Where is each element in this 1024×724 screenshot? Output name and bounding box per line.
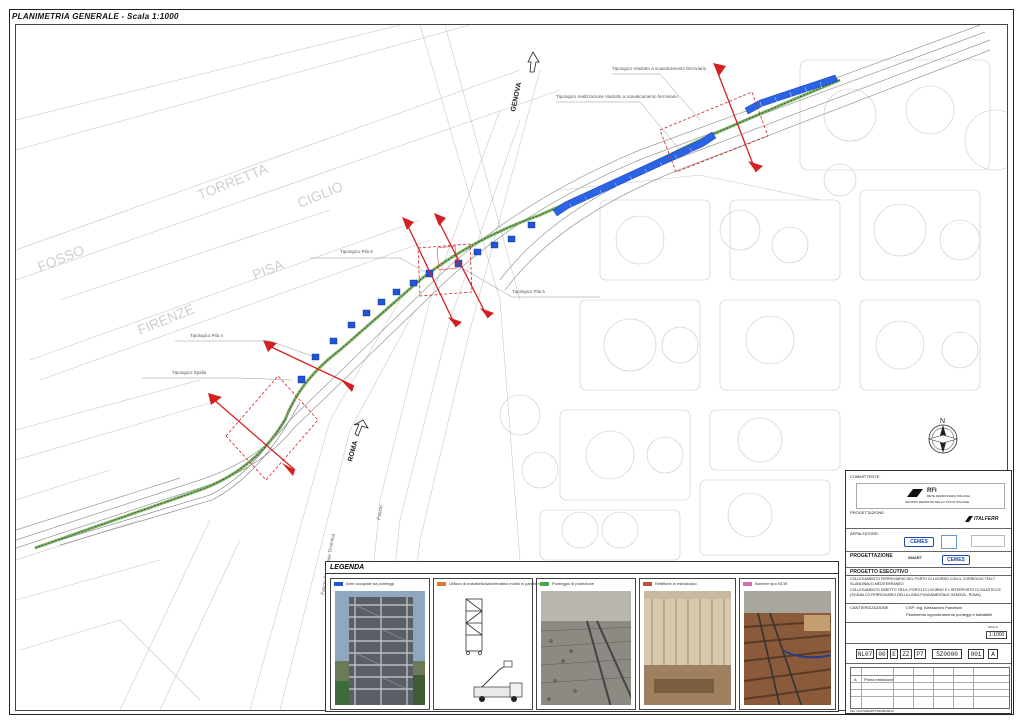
italferr-logo: ITALFERR xyxy=(974,516,999,522)
appaltatore-label: APPALTATORE: xyxy=(850,531,879,536)
csp-label: CSP: Ing. Alessandro Panattoni xyxy=(906,605,963,610)
legend-item-ponteggi: Aree occupate da ponteggi xyxy=(330,578,430,710)
photo-track-works xyxy=(744,591,831,705)
annotation-spalla: Tipologico Spalla xyxy=(172,370,207,375)
smart-logo: SMART xyxy=(907,555,923,560)
swatch-orange xyxy=(437,581,446,586)
swatch-blue xyxy=(334,581,343,586)
cemes-logo: CEMES xyxy=(904,537,934,547)
annotation-pila-6: Tipologico Pila 6 xyxy=(340,249,373,254)
title-block: COMMITTENTE: RFI RETE FERROVIARIA ITALIA… xyxy=(845,470,1012,714)
revision-table: A Prima emissione xyxy=(850,667,1010,709)
cantierizzazione: CANTIERIZZAZIONE xyxy=(850,605,889,610)
illustration-mobile-tower-truck xyxy=(438,591,528,705)
photo-scaffold-tower xyxy=(335,591,425,705)
north-label: N xyxy=(940,418,945,425)
direction-roma: ROMA xyxy=(347,440,359,462)
description-3: Planimetria ingombramento ponteggi e tra… xyxy=(906,612,993,617)
description-2: COLLEGAMENTO DIRETTO TRA IL PORTO DI LIV… xyxy=(850,588,1001,597)
progettazione-title: PROGETTAZIONE xyxy=(850,553,893,559)
scala-label: SCALA xyxy=(988,625,998,629)
italferr-logo-icon xyxy=(965,516,973,522)
street-firenze: FIRENZE xyxy=(135,301,197,338)
swatch-pink xyxy=(743,581,752,586)
rfi-logo-icon xyxy=(907,489,923,497)
swatch-green xyxy=(540,581,549,586)
legend-title: LEGENDA xyxy=(330,564,365,571)
annotation-pila-4: Tipologico Pila 4 xyxy=(190,333,223,338)
street-fosso: FOSSO xyxy=(35,242,87,275)
street-torretta: TORRETTA xyxy=(195,160,270,203)
annotation-realizzazione: Tipologico realizzazione Viadotto a scav… xyxy=(556,94,678,99)
partner-logo-1 xyxy=(941,535,957,549)
direction-genova: GENOVA xyxy=(510,82,523,113)
legend-item-rettifiche: Rettifiche in estradosso xyxy=(639,578,736,710)
legend-item-protezione: Ponteggio di protezione xyxy=(536,578,636,710)
swatch-red xyxy=(643,581,652,586)
scale-value: 1:1000 xyxy=(986,631,1008,639)
annotation-viadotto: Tipologico Viadotto a scavalcamento ferr… xyxy=(612,66,707,71)
file-name: File: NL0700EZZP7SZ0000001A xyxy=(850,709,894,713)
progettazione-label: PROGETTAZIONE: xyxy=(850,510,886,515)
street-ciglio: CIGLIO xyxy=(295,178,345,211)
photo-ballast-rails xyxy=(541,591,631,705)
legend-panel: LEGENDA Aree occupate da ponteggi Utiliz… xyxy=(325,561,839,712)
partner-logo-2 xyxy=(971,535,1005,547)
street-pisa: PISA xyxy=(250,256,286,283)
vertical-fascio: Fascio xyxy=(376,505,385,521)
photo-wall-formwork xyxy=(644,591,731,705)
legend-item-barriere: Barriere tipo NCW xyxy=(739,578,836,710)
annotation-pila-5: Tipologico Pila 5 xyxy=(512,289,545,294)
north-arrow: N xyxy=(928,418,958,454)
cemes-logo-2: CEMES xyxy=(942,555,970,565)
description-1: COLLEGAMENTO FERROVIARIO DEL PORTO DI LI… xyxy=(850,577,995,586)
rfi-logo-box: RFI RETE FERROVIARIA ITALIANA GRUPPO FER… xyxy=(856,483,1005,509)
legend-item-trabattelli: Utilizzo di trabattelli/autoelevatrici m… xyxy=(433,578,549,710)
document-code: NL07 00 E ZZ P7 SZ0000 001 A xyxy=(856,649,1006,659)
committente-label: COMMITTENTE: xyxy=(850,474,881,479)
